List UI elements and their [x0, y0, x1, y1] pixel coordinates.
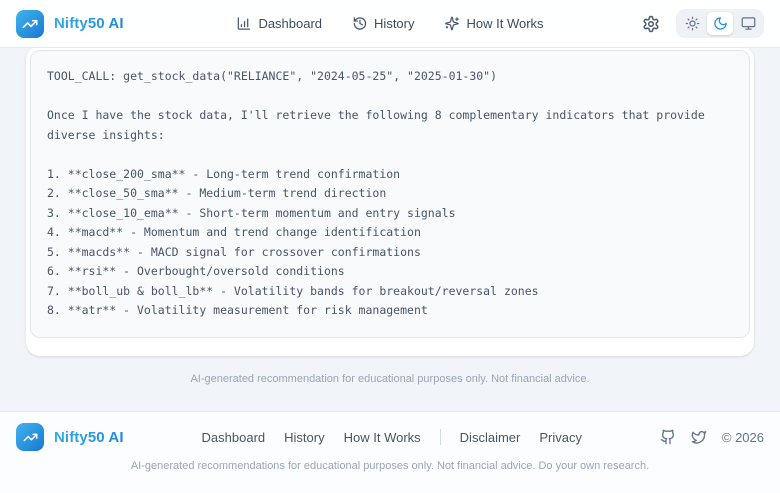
footer-brand-name: Nifty50 AI [54, 429, 124, 446]
sun-icon [685, 16, 700, 31]
brand-logo [16, 10, 44, 38]
trending-up-icon [23, 430, 38, 445]
gear-icon [642, 15, 660, 33]
footer-brand-logo [16, 423, 44, 451]
analysis-card: TOOL_CALL: get_stock_data("RELIANCE", "2… [26, 46, 754, 356]
footer-nav-divider [440, 429, 441, 445]
settings-button[interactable] [639, 12, 663, 36]
main-nav: Dashboard History How It Works [236, 0, 543, 47]
trending-up-icon [22, 16, 38, 32]
footer-link-how-it-works[interactable]: How It Works [344, 430, 421, 445]
github-link[interactable] [660, 429, 676, 445]
app-footer: Nifty50 AI Dashboard History How It Work… [0, 411, 780, 493]
theme-toggle [676, 9, 764, 38]
sparkles-icon [445, 16, 460, 31]
twitter-icon [691, 429, 707, 445]
footer-link-privacy[interactable]: Privacy [539, 430, 582, 445]
monitor-icon [741, 16, 756, 31]
nav-how-it-works[interactable]: How It Works [445, 16, 544, 31]
footer-brand-link[interactable]: Nifty50 AI [16, 423, 124, 451]
chart-column-icon [236, 16, 251, 31]
theme-dark-button[interactable] [707, 12, 733, 35]
copyright: © 2026 [722, 430, 764, 445]
nav-dashboard[interactable]: Dashboard [236, 16, 322, 31]
nav-how-it-works-label: How It Works [467, 16, 544, 31]
history-icon [352, 16, 367, 31]
theme-system-button[interactable] [735, 12, 761, 35]
footer-meta: © 2026 [660, 429, 764, 445]
moon-icon [713, 16, 728, 31]
page-disclaimer: AI-generated recommendation for educatio… [26, 373, 754, 385]
analysis-code-block: TOOL_CALL: get_stock_data("RELIANCE", "2… [30, 50, 750, 338]
nav-dashboard-label: Dashboard [258, 16, 322, 31]
header-actions [639, 9, 764, 38]
footer-link-disclaimer[interactable]: Disclaimer [460, 430, 521, 445]
footer-link-history[interactable]: History [284, 430, 324, 445]
github-icon [660, 429, 676, 445]
footer-disclaimer: AI-generated recommendations for educati… [16, 460, 764, 472]
footer-link-dashboard[interactable]: Dashboard [202, 430, 266, 445]
twitter-link[interactable] [691, 429, 707, 445]
main-content: TOOL_CALL: get_stock_data("RELIANCE", "2… [0, 48, 780, 411]
app-header: Nifty50 AI Dashboard History How It Work… [0, 0, 780, 48]
brand-home-link[interactable]: Nifty50 AI [16, 10, 124, 38]
footer-nav: Dashboard History How It Works Disclaime… [202, 429, 582, 445]
nav-history-label: History [374, 16, 414, 31]
footer-row: Nifty50 AI Dashboard History How It Work… [16, 423, 764, 451]
brand-name: Nifty50 AI [54, 15, 124, 32]
theme-light-button[interactable] [679, 12, 705, 35]
nav-history[interactable]: History [352, 16, 414, 31]
